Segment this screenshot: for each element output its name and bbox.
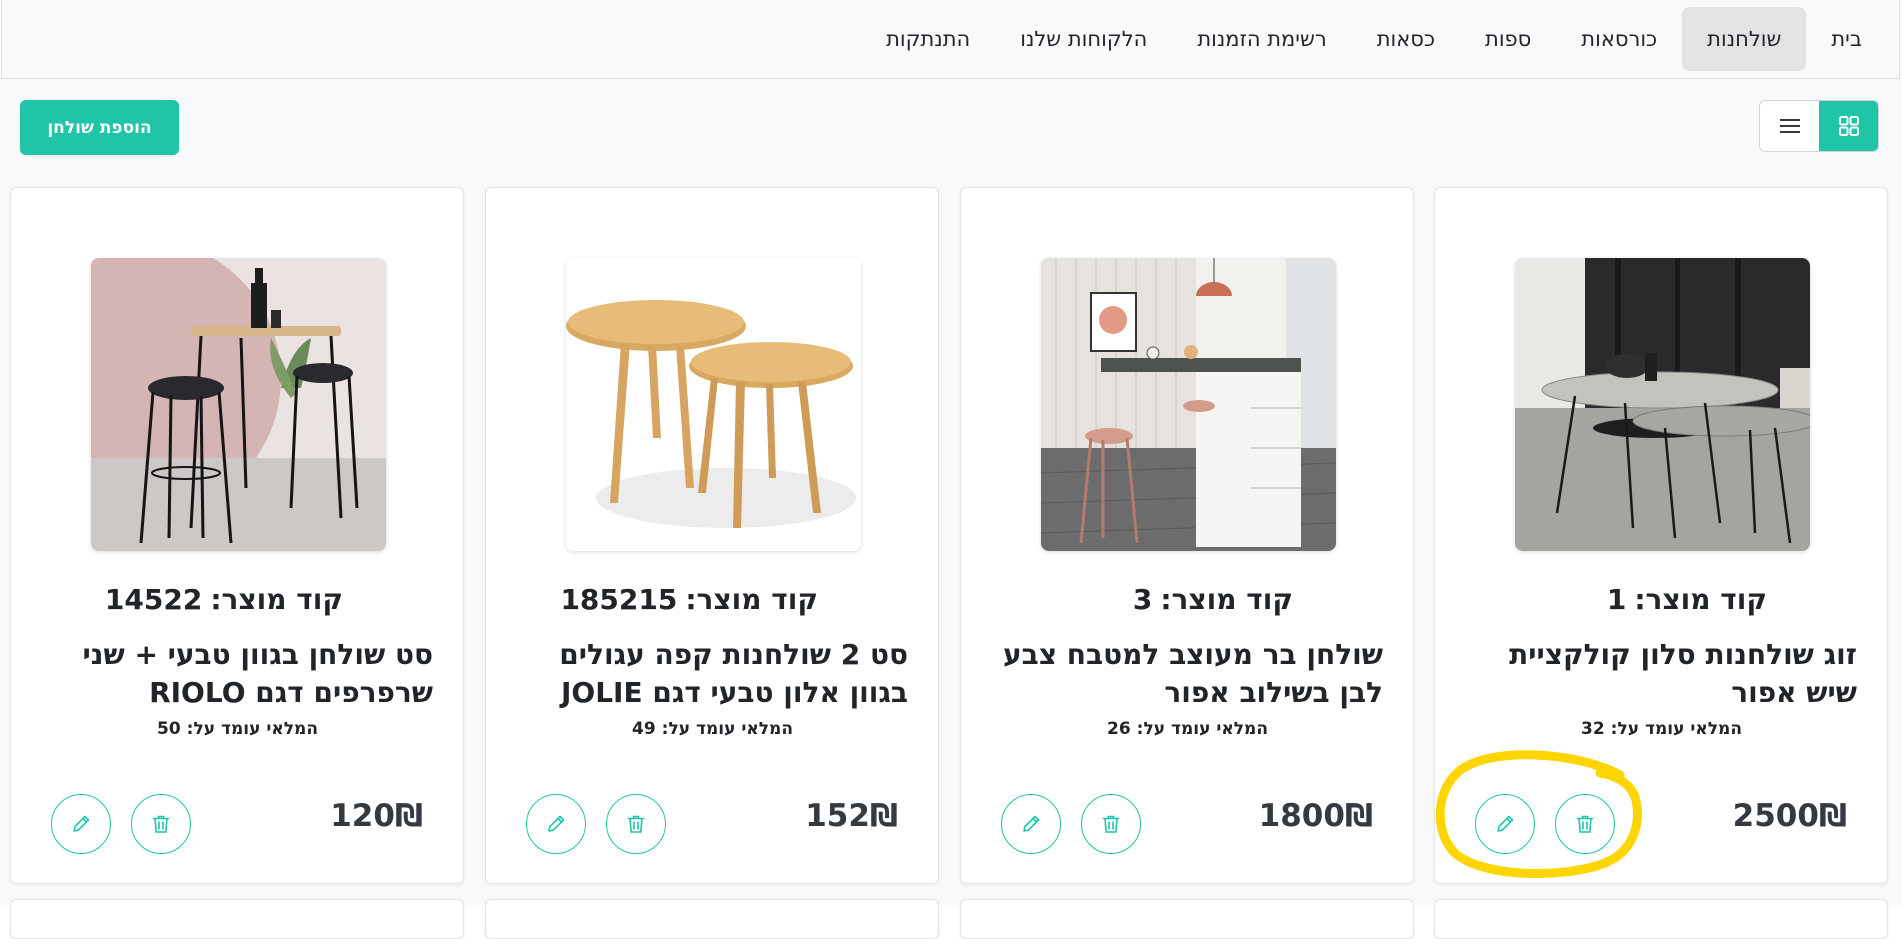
price-value: 152 — [805, 798, 870, 834]
trash-icon — [1102, 815, 1120, 833]
nav-item-customers[interactable]: הלקוחות שלנו — [995, 7, 1172, 71]
product-code: קוד מוצר:14522 — [105, 583, 343, 616]
product-image — [566, 258, 861, 551]
nav-item-logout[interactable]: התנתקות — [861, 7, 995, 71]
currency-symbol: ₪ — [1344, 798, 1373, 834]
product-code-value: 3 — [1132, 583, 1153, 616]
product-card: קוד מוצר:14522 סט שולחן בגוון טבעי + שני… — [10, 187, 464, 884]
product-code: קוד מוצר:3 — [1133, 583, 1293, 616]
delete-button[interactable] — [1081, 794, 1141, 854]
price-value: 2500 — [1732, 798, 1819, 834]
currency-symbol: ₪ — [394, 798, 423, 834]
product-title: שולחן בר מעוצב למטבח צבע לבן בשילוב אפור — [1003, 638, 1383, 709]
trash-icon — [627, 815, 645, 833]
stock-value: 32 — [1580, 719, 1605, 739]
product-card: קוד מוצר:3 שולחן בר מעוצב למטבח צבע לבן … — [960, 187, 1414, 884]
product-stock: המלאי עומד על:32 — [1581, 719, 1742, 739]
nav-item-armchairs[interactable]: כורסאות — [1556, 7, 1682, 71]
product-title: זוג שולחנות סלון קולקציית שיש אפור — [1509, 638, 1857, 709]
trash-icon — [152, 815, 170, 833]
nav-item-orders[interactable]: רשימת הזמנות — [1172, 7, 1351, 71]
product-card: קוד מוצר:1 זוג שולחנות סלון קולקציית שיש… — [1434, 187, 1888, 884]
product-code-label: קוד מוצר: — [1634, 583, 1767, 616]
product-title: סט שולחן בגוון טבעי + שני שרפרפים דגם RI… — [82, 638, 433, 709]
product-code-label: קוד מוצר: — [210, 583, 343, 616]
product-price: 120₪ — [330, 798, 433, 834]
stock-value: 49 — [631, 719, 656, 739]
stock-value: 26 — [1106, 719, 1131, 739]
price-value: 1800 — [1258, 798, 1345, 834]
delete-button[interactable] — [1555, 794, 1615, 854]
product-image — [91, 258, 386, 551]
product-image — [1041, 258, 1336, 551]
edit-button[interactable] — [1001, 794, 1061, 854]
trash-icon — [1576, 815, 1594, 833]
toolbar: הוספת שולחן — [0, 79, 1902, 176]
nav-item-sofas[interactable]: ספות — [1460, 7, 1556, 71]
nav-item-tables[interactable]: שולחנות — [1682, 7, 1807, 71]
product-grid: קוד מוצר:1 זוג שולחנות סלון קולקציית שיש… — [0, 176, 1902, 939]
product-stock: המלאי עומד על:49 — [632, 719, 793, 739]
product-code: קוד מוצר:185215 — [560, 583, 818, 616]
currency-symbol: ₪ — [869, 798, 898, 834]
pencil-icon — [73, 815, 90, 832]
stock-label: המלאי עומד על: — [1610, 719, 1742, 739]
delete-button[interactable] — [606, 794, 666, 854]
stock-value: 50 — [156, 719, 181, 739]
product-price: 2500₪ — [1733, 798, 1857, 834]
view-toggle — [1759, 100, 1879, 152]
delete-button[interactable] — [131, 794, 191, 854]
product-card-next-row — [10, 899, 464, 939]
product-image — [1515, 258, 1810, 551]
stock-label: המלאי עומד על: — [661, 719, 793, 739]
product-price: 1800₪ — [1259, 798, 1383, 834]
product-stock: המלאי עומד על:26 — [1107, 719, 1268, 739]
edit-button[interactable] — [526, 794, 586, 854]
pencil-icon — [1497, 815, 1514, 832]
product-code: קוד מוצר:1 — [1607, 583, 1767, 616]
product-code-value: 185215 — [560, 583, 678, 616]
product-price: 152₪ — [805, 798, 908, 834]
pencil-icon — [548, 815, 565, 832]
stock-label: המלאי עומד על: — [186, 719, 318, 739]
product-card: קוד מוצר:185215 סט 2 שולחנות קפה עגולים … — [485, 187, 939, 884]
pencil-icon — [1023, 815, 1040, 832]
product-card-next-row — [485, 899, 939, 939]
product-code-label: קוד מוצר: — [1160, 583, 1293, 616]
edit-button[interactable] — [51, 794, 111, 854]
add-table-button[interactable]: הוספת שולחן — [20, 100, 179, 155]
currency-symbol: ₪ — [1818, 798, 1847, 834]
stock-label: המלאי עומד על: — [1136, 719, 1268, 739]
product-stock: המלאי עומד על:50 — [157, 719, 318, 739]
nav-item-chairs[interactable]: כסאות — [1352, 7, 1460, 71]
product-code-value: 1 — [1606, 583, 1627, 616]
list-view-button[interactable] — [1760, 101, 1819, 151]
edit-button[interactable] — [1475, 794, 1535, 854]
price-value: 120 — [330, 798, 395, 834]
list-view-icon — [1779, 119, 1800, 133]
grid-view-button[interactable] — [1819, 101, 1878, 151]
grid-view-icon — [1838, 116, 1859, 136]
product-title: סט 2 שולחנות קפה עגולים בגוון אלון טבעי … — [559, 638, 908, 709]
product-code-label: קוד מוצר: — [685, 583, 818, 616]
nav-item-home[interactable]: בית — [1806, 7, 1887, 71]
product-card-next-row — [960, 899, 1414, 939]
product-card-next-row — [1434, 899, 1888, 939]
product-code-value: 14522 — [104, 583, 203, 616]
main-navbar: בית שולחנות כורסאות ספות כסאות רשימת הזמ… — [1, 0, 1900, 79]
